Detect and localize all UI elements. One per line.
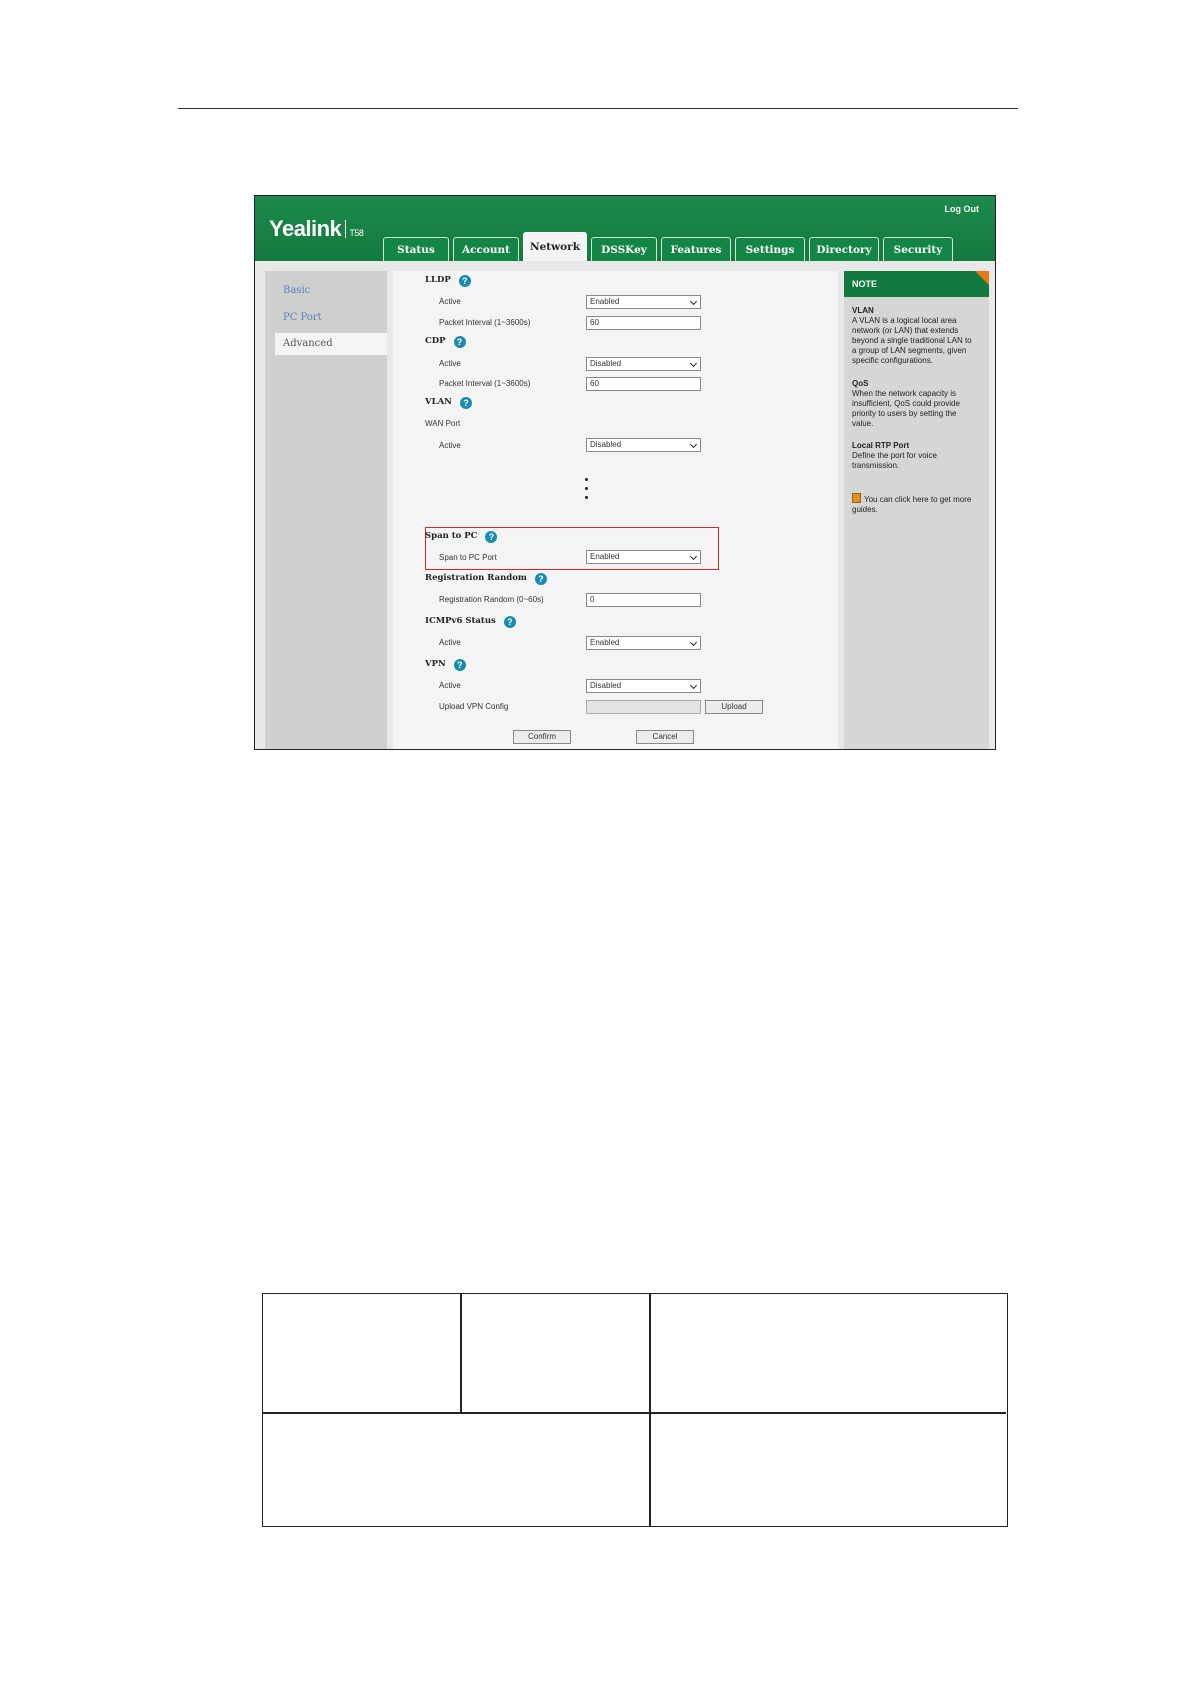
- note-panel: NOTE VLAN A VLAN is a logical local area …: [844, 271, 989, 749]
- tab-features[interactable]: Features: [661, 237, 731, 261]
- book-icon: [852, 493, 861, 503]
- help-icon[interactable]: ?: [453, 659, 466, 671]
- tab-directory[interactable]: Directory: [809, 237, 879, 261]
- vpn-file-input[interactable]: [586, 700, 701, 714]
- note-title: NOTE: [844, 271, 989, 297]
- cdp-interval-input[interactable]: 60: [586, 377, 701, 391]
- registration-random-section-title: Registration Random?: [425, 573, 547, 585]
- note-guide-link[interactable]: You can click here to get more guides.: [852, 493, 977, 515]
- lldp-active-select[interactable]: Enabled: [586, 295, 701, 309]
- note-corner-fold: [975, 271, 989, 285]
- upload-button[interactable]: Upload: [705, 700, 763, 714]
- ellipsis-dot: [585, 487, 588, 490]
- cdp-section-title: CDP?: [425, 336, 466, 348]
- vpn-active-label: Active: [439, 681, 461, 690]
- span-to-pc-section-title: Span to PC?: [425, 531, 498, 543]
- icmpv6-active-select[interactable]: Enabled: [586, 636, 701, 650]
- tab-account[interactable]: Account: [453, 237, 519, 261]
- lldp-interval-label: Packet Interval (1~3600s): [439, 318, 531, 327]
- tab-network[interactable]: Network: [523, 232, 587, 261]
- vlan-section-title: VLAN?: [425, 397, 472, 409]
- note-item-qos: QoS When the network capacity is insuffic…: [852, 379, 960, 428]
- empty-table: [262, 1293, 1008, 1527]
- web-ui-screenshot: Yealink T58 Log Out Status Account Networ…: [254, 195, 996, 750]
- icmpv6-section-title: ICMPv6 Status?: [425, 616, 516, 628]
- nav-item-advanced[interactable]: Advanced: [275, 333, 387, 355]
- nav-item-pc-port[interactable]: PC Port: [265, 307, 387, 329]
- logout-link[interactable]: Log Out: [945, 204, 980, 214]
- cdp-active-select[interactable]: Disabled: [586, 357, 701, 371]
- vlan-wan-port-label: WAN Port: [425, 419, 461, 428]
- cdp-interval-label: Packet Interval (1~3600s): [439, 379, 531, 388]
- lldp-interval-input[interactable]: 60: [586, 316, 701, 330]
- vpn-section-title: VPN?: [425, 659, 466, 671]
- table-row-divider: [263, 1412, 1006, 1414]
- tab-dsskey[interactable]: DSSKey: [591, 237, 657, 261]
- registration-random-input[interactable]: 0: [586, 593, 701, 607]
- advanced-settings-form: LLDP? Active Enabled Packet Interval (1~…: [393, 271, 838, 749]
- help-icon[interactable]: ?: [485, 531, 498, 543]
- table-col-divider: [460, 1294, 462, 1412]
- help-icon[interactable]: ?: [503, 616, 516, 628]
- span-to-pc-port-select[interactable]: Enabled: [586, 550, 701, 564]
- tab-settings[interactable]: Settings: [735, 237, 805, 261]
- note-item-vlan: VLAN A VLAN is a logical local area netwo…: [852, 306, 972, 365]
- vlan-active-label: Active: [439, 441, 461, 450]
- page-header-rule: [178, 108, 1018, 109]
- vlan-active-select[interactable]: Disabled: [586, 438, 701, 452]
- lldp-active-label: Active: [439, 297, 461, 306]
- yealink-logo: Yealink T58: [269, 216, 364, 241]
- ellipsis-dot: [585, 496, 588, 499]
- vpn-upload-label: Upload VPN Config: [439, 702, 509, 711]
- cdp-active-label: Active: [439, 359, 461, 368]
- vpn-active-select[interactable]: Disabled: [586, 679, 701, 693]
- tab-status[interactable]: Status: [383, 237, 449, 261]
- registration-random-label: Registration Random (0~60s): [439, 595, 544, 604]
- cancel-button[interactable]: Cancel: [636, 730, 694, 744]
- tab-security[interactable]: Security: [883, 237, 953, 261]
- confirm-button[interactable]: Confirm: [513, 730, 571, 744]
- note-item-local-rtp-port: Local RTP Port Define the port for voice …: [852, 441, 937, 470]
- table-col-divider: [649, 1294, 651, 1526]
- help-icon[interactable]: ?: [458, 275, 471, 287]
- left-nav: Basic PC Port Advanced: [265, 271, 387, 749]
- icmpv6-active-label: Active: [439, 638, 461, 647]
- help-icon[interactable]: ?: [453, 336, 466, 348]
- top-bar: Yealink T58 Log Out Status Account Networ…: [255, 196, 995, 261]
- nav-item-basic[interactable]: Basic: [265, 280, 387, 302]
- help-icon[interactable]: ?: [459, 397, 472, 409]
- span-to-pc-port-label: Span to PC Port: [439, 553, 497, 562]
- help-icon[interactable]: ?: [534, 573, 547, 585]
- lldp-section-title: LLDP?: [425, 275, 471, 287]
- ellipsis-dot: [585, 478, 588, 481]
